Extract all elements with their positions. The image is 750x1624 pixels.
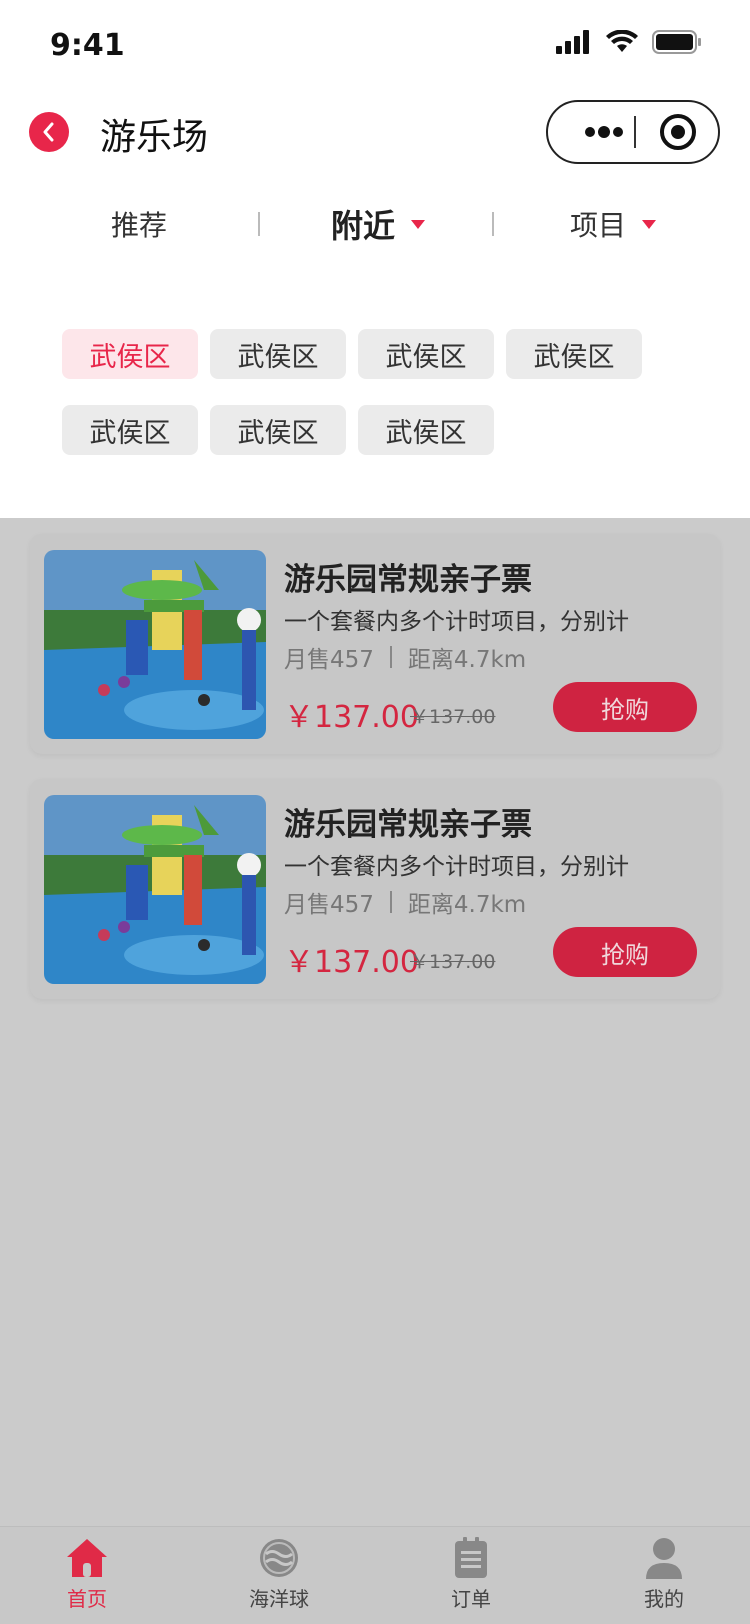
- original-price: ￥137.00: [410, 706, 496, 728]
- status-time: 9:41: [50, 28, 125, 63]
- status-bar: 9:41: [0, 0, 750, 88]
- tabbar-label: 海洋球: [249, 1587, 309, 1611]
- tabbar-label: 订单: [451, 1587, 491, 1611]
- dropdown-arrow-icon: [411, 219, 426, 229]
- chevron-left-icon: [43, 122, 54, 142]
- monthly-sales: 月售457: [284, 892, 374, 918]
- nav-bar: 游乐场: [0, 100, 750, 166]
- distance: 距离4.7km: [407, 647, 527, 673]
- buy-button[interactable]: 抢购: [553, 682, 697, 732]
- user-icon: [646, 1538, 682, 1579]
- wifi-icon: [606, 30, 638, 52]
- mini-program-capsule: [546, 100, 720, 164]
- tabbar-item-home[interactable]: 首页: [27, 1537, 147, 1612]
- product-meta: 月售457 距离4.7km: [284, 640, 526, 674]
- filter-tabs: 推荐 附近 项目: [0, 196, 750, 252]
- tabbar-item-ocean-ball[interactable]: 海洋球: [219, 1537, 339, 1612]
- original-price: ￥137.00: [410, 951, 496, 973]
- tab-nearby[interactable]: 附近: [331, 196, 426, 252]
- product-card[interactable]: 游乐园常规亲子票 一个套餐内多个计时项目，分别计 月售457 距离4.7km ￥…: [30, 779, 720, 999]
- monthly-sales: 月售457: [284, 647, 374, 673]
- product-meta: 月售457 距离4.7km: [284, 885, 526, 919]
- district-chip[interactable]: 武侯区: [358, 405, 494, 455]
- dropdown-arrow-icon: [642, 219, 657, 229]
- product-name: 游乐园常规亲子票: [284, 807, 532, 843]
- home-icon: [67, 1539, 107, 1577]
- filter-panel: 9:41 游乐场 推荐 附近 项目 武侯区 武侯区 武侯区 武侯区 武侯区 武侯…: [0, 0, 750, 518]
- back-button[interactable]: [29, 112, 69, 152]
- signal-icon: [556, 30, 589, 54]
- tab-label: 附近: [331, 207, 396, 245]
- tabbar-item-orders[interactable]: 订单: [411, 1537, 531, 1612]
- tabbar-label: 我的: [644, 1587, 684, 1611]
- buy-button[interactable]: 抢购: [553, 927, 697, 977]
- price: ￥137.00: [284, 945, 419, 980]
- district-chip[interactable]: 武侯区: [210, 405, 346, 455]
- more-button[interactable]: [574, 102, 634, 162]
- product-image: [44, 550, 266, 739]
- tab-label: 项目: [570, 209, 627, 242]
- ocean-ball-icon: [260, 1539, 298, 1577]
- district-chip[interactable]: 武侯区: [210, 329, 346, 379]
- bottom-tab-bar: 首页 海洋球 订单 我的: [0, 1526, 750, 1624]
- product-name: 游乐园常规亲子票: [284, 562, 532, 598]
- district-chip[interactable]: 武侯区: [62, 405, 198, 455]
- tab-project[interactable]: 项目: [570, 196, 657, 252]
- product-card[interactable]: 游乐园常规亲子票 一个套餐内多个计时项目，分别计 月售457 距离4.7km ￥…: [30, 534, 720, 754]
- close-miniprogram-button[interactable]: [658, 112, 698, 152]
- product-image: [44, 795, 266, 984]
- meta-divider: [389, 646, 392, 668]
- more-dots-icon: [585, 126, 623, 138]
- capsule-divider: [634, 116, 636, 148]
- district-chip[interactable]: 武侯区: [358, 329, 494, 379]
- distance: 距离4.7km: [407, 892, 527, 918]
- tab-divider: [258, 212, 260, 236]
- tabbar-label: 首页: [67, 1587, 107, 1611]
- page-title: 游乐场: [100, 117, 209, 158]
- product-description: 一个套餐内多个计时项目，分别计: [284, 609, 629, 635]
- tabbar-item-mine[interactable]: 我的: [604, 1537, 724, 1612]
- tab-recommend[interactable]: 推荐: [111, 196, 167, 252]
- meta-divider: [389, 891, 392, 913]
- battery-icon: [652, 30, 701, 54]
- tab-divider: [492, 212, 494, 236]
- product-description: 一个套餐内多个计时项目，分别计: [284, 854, 629, 880]
- price: ￥137.00: [284, 700, 419, 735]
- tab-label: 推荐: [111, 209, 168, 242]
- order-icon: [455, 1537, 487, 1578]
- district-chip[interactable]: 武侯区: [62, 329, 198, 379]
- status-icons: [556, 30, 702, 54]
- district-chip[interactable]: 武侯区: [506, 329, 642, 379]
